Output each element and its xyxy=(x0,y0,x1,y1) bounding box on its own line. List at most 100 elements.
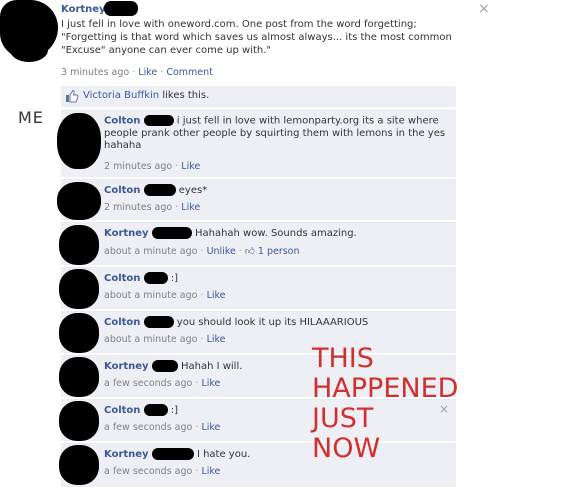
like-link[interactable]: Like xyxy=(181,161,200,172)
comment-item: Colton :] about a minute ago · Like xyxy=(59,267,456,309)
like-link[interactable]: Like xyxy=(201,422,220,433)
comment-meta: 2 minutes ago · Like xyxy=(104,202,200,213)
like-link[interactable]: Like xyxy=(201,378,220,389)
censor-scribble xyxy=(59,313,99,353)
censor-bar xyxy=(151,360,178,372)
comment-meta: about a minute ago · Like xyxy=(104,334,226,345)
separator: · xyxy=(175,161,179,172)
post-text-line: "Forgetting is that word which saves us … xyxy=(61,32,452,43)
separator: · xyxy=(160,67,164,78)
comment-author[interactable]: Colton xyxy=(104,273,140,284)
separator: · xyxy=(200,334,204,345)
comment-text: Hahahah wow. Sounds amazing. xyxy=(194,228,357,239)
censor-bar xyxy=(143,316,174,328)
comment-body: Kortney Hahahah wow. Sounds amazing. xyxy=(104,227,454,240)
liker-name[interactable]: Victoria Buffkin xyxy=(83,90,159,101)
close-icon[interactable]: × xyxy=(478,2,490,16)
post-timestamp: 3 minutes ago xyxy=(61,67,130,78)
comment-timestamp: a few seconds ago xyxy=(104,378,193,389)
post-text-line: I just fell in love with oneword.com. On… xyxy=(61,19,417,30)
comment-timestamp: about a minute ago xyxy=(104,246,198,257)
likes-suffix: likes this. xyxy=(162,90,210,101)
censor-bar xyxy=(151,448,194,460)
comment-author[interactable]: Colton xyxy=(104,405,140,416)
comment-item: Colton i just fell in love with lemonpar… xyxy=(57,110,456,177)
censor-scribble xyxy=(59,357,99,397)
censor-bar xyxy=(104,1,138,16)
separator: · xyxy=(195,378,199,389)
comment-item: Colton eyes* 2 minutes ago · Like xyxy=(57,179,456,220)
separator: · xyxy=(195,422,199,433)
thumbs-up-icon xyxy=(66,89,79,103)
separator: · xyxy=(200,290,204,301)
comment-author[interactable]: Colton xyxy=(104,185,140,196)
separator: · xyxy=(175,202,179,213)
censor-scribble xyxy=(57,113,101,169)
censor-bar xyxy=(143,404,168,416)
comment-likes-count[interactable]: 1 person xyxy=(258,246,300,257)
like-link[interactable]: Like xyxy=(207,290,226,301)
comment-text: you should look it up its HILAAARIOUS xyxy=(176,317,369,328)
comment-author[interactable]: Kortney xyxy=(104,449,149,460)
comment-body: Colton i just fell in love with lemonpar… xyxy=(104,115,454,152)
comment-body: Colton :] xyxy=(104,272,454,285)
separator: · xyxy=(195,466,199,477)
overlay-line: NOW xyxy=(312,433,381,464)
post-meta: 3 minutes ago · Like · Comment xyxy=(61,67,213,78)
censor-bar xyxy=(143,184,176,196)
separator: · xyxy=(200,246,204,257)
comment-meta: a few seconds ago · Like xyxy=(104,422,220,433)
censor-scribble xyxy=(59,269,99,309)
unlike-link[interactable]: Unlike xyxy=(207,246,236,257)
comment-item: Kortney Hahahah wow. Sounds amazing. abo… xyxy=(59,222,456,265)
censor-scribble xyxy=(59,225,99,265)
thumbs-up-icon: 👍︎ xyxy=(244,246,255,257)
likes-row: Victoria Buffkin likes this. xyxy=(61,86,456,107)
like-link[interactable]: Like xyxy=(207,334,226,345)
censor-bar xyxy=(143,115,174,126)
comment-text: I hate you. xyxy=(196,449,251,460)
post-text: I just fell in love with oneword.com. On… xyxy=(61,18,461,57)
censor-scribble xyxy=(10,38,48,62)
comment-timestamp: 2 minutes ago xyxy=(104,161,173,172)
comment-timestamp: a few seconds ago xyxy=(104,422,193,433)
comment-text: hahaha xyxy=(104,139,142,151)
me-label: ME xyxy=(18,108,44,127)
censor-bar xyxy=(143,272,168,284)
comment-author[interactable]: Kortney xyxy=(104,361,149,372)
comment-text: :] xyxy=(170,273,179,284)
separator: · xyxy=(132,67,136,78)
separator: · xyxy=(238,246,242,257)
overlay-caption: THIS HAPPENED JUST NOW xyxy=(312,344,458,464)
comment-author[interactable]: Colton xyxy=(104,116,140,127)
likes-text: Victoria Buffkin likes this. xyxy=(83,90,209,101)
comment-timestamp: about a minute ago xyxy=(104,334,198,345)
comment-text: people prank other people by squirting t… xyxy=(104,127,446,139)
comment-meta: about a minute ago · Unlike · 👍︎ 1 perso… xyxy=(104,245,300,257)
like-link[interactable]: Like xyxy=(201,466,220,477)
like-link[interactable]: Like xyxy=(138,67,157,78)
like-link[interactable]: Like xyxy=(181,202,200,213)
censor-scribble xyxy=(59,445,99,485)
comment-text: :] xyxy=(170,405,179,416)
comment-timestamp: 2 minutes ago xyxy=(104,202,173,213)
comment-text: Hahah I will. xyxy=(180,361,243,372)
comment-author[interactable]: Kortney xyxy=(104,228,149,239)
post-author[interactable]: Kortney xyxy=(61,4,106,15)
post-text-line: "Excuse" anyone can ever come up with." xyxy=(61,45,272,56)
comment-author[interactable]: Colton xyxy=(104,317,140,328)
comment-link[interactable]: Comment xyxy=(166,67,213,78)
comment-meta: 2 minutes ago · Like xyxy=(104,161,200,172)
comment-timestamp: a few seconds ago xyxy=(104,466,193,477)
censor-bar xyxy=(151,227,192,239)
comment-meta: about a minute ago · Like xyxy=(104,290,226,301)
censor-scribble xyxy=(59,401,99,441)
overlay-line: HAPPENED xyxy=(312,373,459,404)
comment-body: Colton you should look it up its HILAAAR… xyxy=(104,316,454,329)
comment-meta: a few seconds ago · Like xyxy=(104,378,220,389)
comment-body: Colton eyes* xyxy=(104,184,454,197)
comment-text: i just fell in love with lemonparty.org … xyxy=(176,115,439,127)
comment-meta: a few seconds ago · Like xyxy=(104,466,220,477)
comment-text: eyes* xyxy=(178,185,208,196)
censor-scribble xyxy=(57,182,101,220)
